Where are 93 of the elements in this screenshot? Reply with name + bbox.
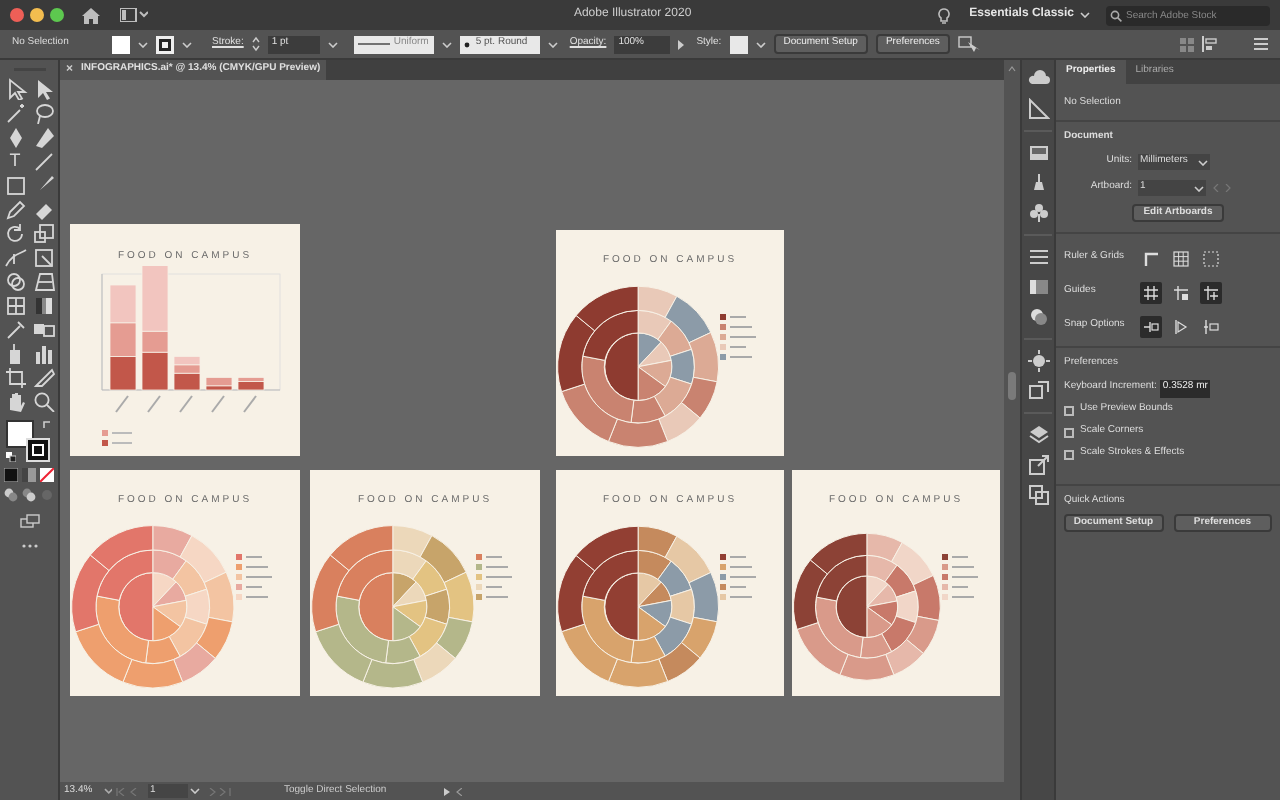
export-icon[interactable] [1027,454,1049,476]
bar-chart-icon[interactable] [31,342,55,364]
layers-icon[interactable] [1027,424,1049,446]
chevron-down-icon [1198,159,1208,165]
style-swatch[interactable] [729,35,748,53]
toggle-button[interactable] [1140,281,1162,303]
toggle-button[interactable] [1200,315,1222,337]
chevron-down-icon[interactable] [190,788,200,794]
transform-icon[interactable] [1027,380,1049,402]
gradient-icon[interactable] [31,294,55,316]
back-icon[interactable] [456,787,462,795]
stepper-icon[interactable] [251,36,260,52]
chevron-down-icon[interactable] [755,41,766,47]
lines-icon[interactable] [1027,246,1049,268]
align-icon[interactable] [1202,36,1218,52]
gradient-icon[interactable] [1027,276,1049,298]
circles-icon[interactable] [1027,306,1049,328]
snap-point-icon [1142,317,1160,335]
pencil-icon[interactable] [3,198,27,220]
dot-icon [463,41,470,47]
stroke-swatch-icon[interactable] [25,438,49,462]
scale-icon[interactable] [31,222,55,244]
checkbox-box[interactable] [1064,449,1074,459]
stroke-swatch-icon[interactable] [156,35,174,53]
menu-icon[interactable] [1254,38,1268,50]
chevron-down-icon[interactable] [547,41,558,47]
eyedropper-icon[interactable] [3,318,27,340]
type-tool[interactable]: T [3,150,27,172]
legend-drawing [941,553,978,603]
transform-icon[interactable] [31,246,55,268]
toggle-button[interactable] [1170,281,1192,303]
eraser-icon[interactable] [31,198,55,220]
sun-icon[interactable] [1027,350,1049,372]
dotted-grid-icon [1202,249,1220,267]
rectangle-icon[interactable] [3,174,27,196]
toggle-button[interactable] [1140,247,1162,269]
image-icon[interactable] [1027,142,1049,164]
default-colors-icon[interactable] [5,452,15,462]
knife-icon[interactable] [31,366,55,388]
artboards-icon[interactable] [1027,484,1049,506]
chevron-down-icon [1080,12,1090,18]
ruler-icon[interactable] [1027,98,1049,120]
none-icon[interactable] [40,468,54,482]
lightbulb-icon[interactable] [937,7,950,23]
shape-builder-icon[interactable] [3,270,27,292]
legend-drawing [720,553,757,603]
wand-icon[interactable] [3,102,27,124]
snap-pixel-icon [1202,317,1220,335]
guides-icon [1142,283,1160,301]
checkbox-box[interactable] [1064,427,1074,437]
toggle-button[interactable] [1140,315,1162,337]
corner-icon [1142,249,1160,267]
legend-drawing [475,553,512,603]
zoom-icon[interactable] [31,390,55,412]
cursor-icon[interactable] [957,36,982,52]
checkbox-box[interactable] [1064,405,1074,415]
fill-swatch[interactable] [112,35,130,53]
toggle-button[interactable] [1200,281,1222,303]
chevron-down-icon[interactable] [327,41,338,47]
play-icon[interactable] [444,787,450,795]
chevron-down-icon[interactable] [138,41,148,47]
line-icon [357,42,390,46]
smart-guides-icon [1202,283,1220,301]
chevron-down-icon[interactable] [441,41,452,47]
play-icon[interactable] [678,39,685,49]
snap-grid-icon [1172,317,1190,335]
screen-mode-icon[interactable] [19,514,39,528]
layout-icon[interactable] [120,8,148,22]
pointer-icon[interactable] [3,78,27,100]
crop-icon[interactable] [3,366,27,388]
home-icon[interactable] [82,7,100,23]
toggle-button[interactable] [1200,247,1222,269]
rotate-icon[interactable] [3,222,27,244]
fill-swatch[interactable] [5,420,33,448]
legend-drawing [720,313,757,363]
scroll-up-icon[interactable] [1008,66,1016,72]
swap-icon[interactable] [41,420,51,430]
line-icon[interactable] [31,150,55,172]
scrollbar-thumb[interactable] [1008,372,1016,400]
legend-drawing [235,553,272,603]
chevron-down-icon [104,788,112,794]
toggle-button[interactable] [1170,315,1192,337]
width-icon[interactable] [3,246,27,268]
search-icon [1110,9,1122,21]
color-icon[interactable] [4,468,18,482]
lock-guides-icon [1172,283,1190,301]
lasso-icon[interactable] [31,102,55,124]
mesh-icon[interactable] [3,294,27,316]
chevron-down-icon [1194,185,1204,191]
blend-icon[interactable] [31,318,55,340]
chevron-down-icon[interactable] [182,41,192,47]
cloud-icon[interactable] [1027,68,1049,90]
club-icon[interactable] [1027,202,1049,224]
